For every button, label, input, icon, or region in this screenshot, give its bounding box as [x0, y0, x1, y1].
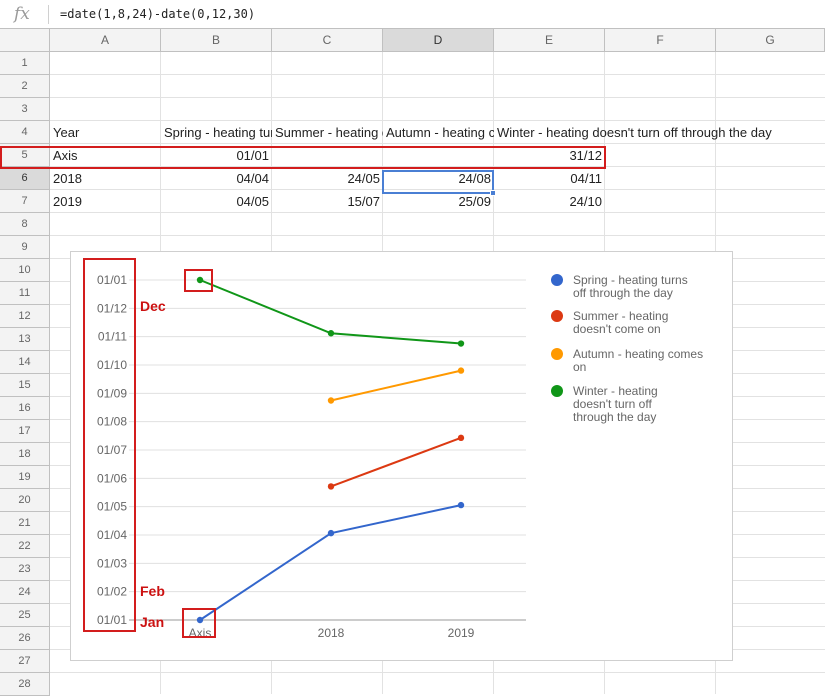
legend-label: doesn't come on — [573, 322, 661, 336]
axis-row-highlight — [0, 146, 606, 169]
legend-marker — [551, 348, 563, 360]
row-header[interactable]: 3 — [0, 98, 50, 121]
row-header[interactable]: 23 — [0, 558, 50, 581]
cell-d4[interactable]: Autumn - heating comes on — [383, 121, 494, 144]
data-point[interactable] — [457, 367, 465, 374]
data-point[interactable] — [457, 501, 465, 509]
row-header[interactable]: 8 — [0, 213, 50, 236]
formula-input[interactable]: =date(1,8,24)-date(0,12,30) — [60, 7, 255, 21]
legend-label: Winter - heating — [573, 384, 658, 398]
data-point[interactable] — [457, 434, 465, 442]
data-point[interactable] — [327, 330, 335, 337]
row-header[interactable]: 11 — [0, 282, 50, 305]
row-header[interactable]: 28 — [0, 673, 50, 696]
cell-a7[interactable]: 2019 — [50, 190, 161, 213]
row-header[interactable]: 20 — [0, 489, 50, 512]
series-line[interactable] — [330, 369, 462, 402]
row-header[interactable]: 4 — [0, 121, 50, 144]
row-header[interactable]: 10 — [0, 259, 50, 282]
legend-marker — [551, 274, 563, 286]
row-header[interactable]: 16 — [0, 397, 50, 420]
row-header[interactable]: 22 — [0, 535, 50, 558]
y-axis-highlight-box — [83, 258, 136, 632]
row-header[interactable]: 13 — [0, 328, 50, 351]
row-header[interactable]: 18 — [0, 443, 50, 466]
row-header[interactable]: 17 — [0, 420, 50, 443]
row-header[interactable]: 2 — [0, 75, 50, 98]
row-header[interactable]: 26 — [0, 627, 50, 650]
row-header[interactable]: 24 — [0, 581, 50, 604]
row-header[interactable]: 21 — [0, 512, 50, 535]
data-point[interactable] — [327, 483, 335, 490]
column-header-d[interactable]: D — [383, 29, 494, 52]
data-point[interactable] — [327, 529, 335, 537]
column-header-f[interactable]: F — [605, 29, 716, 52]
legend-label: on — [573, 360, 586, 374]
chart-svg: 01/0101/0201/0301/0401/0501/0601/0701/08… — [97, 273, 703, 640]
annotation-feb: Feb — [140, 583, 165, 599]
chart-legend: Spring - heating turnsoff through the da… — [551, 273, 703, 424]
formula-bar: fx =date(1,8,24)-date(0,12,30) — [0, 0, 825, 29]
annotation-jan: Jan — [140, 614, 165, 630]
cell-e4[interactable]: Winter - heating doesn't turn off throug… — [494, 121, 825, 144]
legend-label: Autumn - heating comes — [573, 347, 703, 361]
row-header[interactable]: 12 — [0, 305, 50, 328]
x-tick-label: 2018 — [318, 626, 345, 640]
cell-a6[interactable]: 2018 — [50, 167, 161, 190]
row-header[interactable]: 15 — [0, 374, 50, 397]
row-header[interactable]: 6 — [0, 167, 50, 190]
cell-e7[interactable]: 24/10 — [494, 190, 605, 213]
row-header[interactable]: 7 — [0, 190, 50, 213]
column-header-e[interactable]: E — [494, 29, 605, 52]
cell-b7[interactable]: 04/05 — [161, 190, 272, 213]
active-cell-outline — [382, 170, 494, 194]
select-all-corner[interactable] — [0, 29, 50, 52]
legend-label: doesn't turn off — [573, 397, 652, 411]
cell-c6[interactable]: 24/05 — [272, 167, 383, 190]
cell-b6[interactable]: 04/04 — [161, 167, 272, 190]
row-header[interactable]: 9 — [0, 236, 50, 259]
legend-marker — [551, 310, 563, 322]
legend-label: through the day — [573, 410, 656, 424]
row-header[interactable]: 25 — [0, 604, 50, 627]
legend-label: Spring - heating turns — [573, 273, 688, 287]
legend-label: Summer - heating — [573, 309, 668, 323]
formula-separator — [48, 5, 49, 24]
row-header[interactable]: 27 — [0, 650, 50, 673]
axis-bottom-point-highlight — [182, 608, 216, 638]
x-tick-label: 2019 — [448, 626, 475, 640]
legend-marker — [551, 385, 563, 397]
legend-label: off through the day — [573, 286, 673, 300]
row-header[interactable]: 14 — [0, 351, 50, 374]
row-header[interactable]: 1 — [0, 52, 50, 75]
column-header-g[interactable]: G — [716, 29, 825, 52]
series-line[interactable] — [199, 504, 462, 621]
cell-e6[interactable]: 04/11 — [494, 167, 605, 190]
axis-top-point-highlight — [184, 269, 213, 292]
data-point[interactable] — [457, 340, 465, 347]
column-header-a[interactable]: A — [50, 29, 161, 52]
fx-icon: fx — [14, 4, 30, 24]
fill-handle[interactable] — [490, 190, 496, 196]
column-header-b[interactable]: B — [161, 29, 272, 52]
cell-c7[interactable]: 15/07 — [272, 190, 383, 213]
cell-b4[interactable]: Spring - heating turns off through the d… — [161, 121, 272, 144]
cell-c4[interactable]: Summer - heating doesn't come on — [272, 121, 383, 144]
series-line[interactable] — [330, 436, 462, 488]
annotation-dec: Dec — [140, 298, 166, 314]
column-header-c[interactable]: C — [272, 29, 383, 52]
data-point[interactable] — [327, 397, 335, 404]
chart-x-ticks: Axis 2018 2019 — [189, 626, 475, 640]
cell-a4[interactable]: Year — [50, 121, 161, 144]
line-chart[interactable]: 01/01 01/02 01/03 01/04 01/05 01/06 01/07 01/08… — [70, 251, 733, 661]
row-header[interactable]: 19 — [0, 466, 50, 489]
